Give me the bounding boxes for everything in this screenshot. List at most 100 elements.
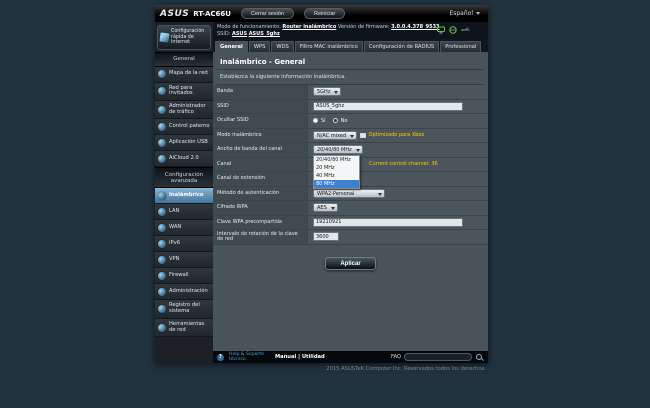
field-row-wireless-mode: Modo inalámbrico N/AC mixed Optimizado p… bbox=[213, 128, 488, 143]
reboot-button[interactable]: Reiniciar bbox=[303, 8, 346, 19]
vpn-icon bbox=[158, 255, 166, 264]
select-arrow-icon bbox=[355, 149, 360, 153]
wpa-encryption-select[interactable]: AES bbox=[313, 203, 338, 213]
sidebar-item-parental-control[interactable]: Control paterno bbox=[155, 119, 213, 136]
field-row-wpa-encryption: Cifrado WPA AES bbox=[213, 201, 488, 216]
dropdown-option[interactable]: 20 MHz bbox=[314, 164, 359, 172]
dropdown-option[interactable]: 20/40/80 MHz bbox=[314, 156, 359, 164]
quick-internet-setup-button[interactable]: Configuración rápida de Internet bbox=[157, 25, 211, 50]
key-rotation-input[interactable] bbox=[313, 232, 339, 242]
sidebar-item-traffic-manager[interactable]: Administrador de tráfico bbox=[155, 100, 213, 120]
internet-status-icon[interactable] bbox=[449, 26, 457, 34]
firewall-icon bbox=[158, 271, 166, 280]
page-title: Inalámbrico - General bbox=[220, 58, 306, 66]
wpa-key-input[interactable] bbox=[313, 217, 463, 227]
ipv6-icon bbox=[158, 239, 166, 248]
manual-utility-links: Manual | Utilidad bbox=[274, 354, 325, 360]
xbox-optimized-checkbox[interactable] bbox=[360, 132, 366, 138]
firmware-version-link[interactable]: 3.0.0.4.378_9533 bbox=[391, 24, 439, 30]
top-header-bar: ASUS RT-AC66U Cerrar sesión Reiniciar Es… bbox=[155, 5, 488, 22]
sidebar-item-aicloud[interactable]: AiCloud 2.0 bbox=[155, 151, 213, 168]
sidebar-item-guest-network[interactable]: Red para invitados bbox=[155, 82, 213, 101]
faq-label: FAQ bbox=[390, 354, 401, 360]
usb-application-icon bbox=[158, 138, 166, 147]
channel-bandwidth-select[interactable]: 20/40/80 MHz bbox=[313, 145, 363, 155]
sidebar-item-vpn[interactable]: VPN bbox=[155, 252, 213, 269]
tab-radius[interactable]: Configuración de RADIUS bbox=[363, 40, 440, 52]
select-arrow-icon bbox=[378, 192, 382, 196]
traffic-manager-icon bbox=[158, 105, 166, 114]
tab-general[interactable]: General bbox=[215, 40, 248, 52]
wireless-tab-bar: General WPS WDS Filtro MAC inalámbrico C… bbox=[213, 39, 488, 52]
chevron-down-icon bbox=[476, 12, 480, 15]
sidebar-item-network-map[interactable]: Mapa de la red bbox=[155, 66, 213, 83]
language-label: Español bbox=[449, 10, 473, 17]
clients-status-icon[interactable] bbox=[437, 26, 445, 34]
operation-mode-link[interactable]: Router inalámbrico bbox=[282, 24, 336, 30]
network-map-icon bbox=[158, 70, 166, 79]
hide-ssid-no-radio[interactable] bbox=[332, 118, 338, 124]
page-subtitle: Establezca la siguiente información inal… bbox=[220, 74, 346, 80]
language-selector[interactable]: Español bbox=[449, 10, 483, 17]
sidebar-filler bbox=[155, 337, 213, 363]
field-row-hide-ssid: Ocultar SSID Sí No bbox=[213, 114, 488, 129]
select-arrow-icon bbox=[330, 207, 335, 211]
sidebar-item-ipv6[interactable]: IPv6 bbox=[155, 236, 213, 253]
wireless-general-panel: Inalámbrico - General Establezca la sigu… bbox=[213, 52, 488, 351]
tab-professional[interactable]: Professional bbox=[440, 40, 482, 52]
utility-link[interactable]: Utilidad bbox=[302, 354, 325, 360]
lan-icon bbox=[158, 207, 166, 216]
status-info-bar: Modo de funcionamiento: Router inalámbri… bbox=[213, 22, 488, 39]
dropdown-option[interactable]: 40 MHz bbox=[314, 172, 359, 180]
hide-ssid-yes-radio[interactable] bbox=[313, 118, 318, 124]
router-admin-window: ASUS RT-AC66U Cerrar sesión Reiniciar Es… bbox=[155, 5, 488, 363]
sidebar-item-wan[interactable]: WAN bbox=[155, 220, 213, 237]
help-icon: ? bbox=[217, 353, 224, 361]
field-row-auth-method: Método de autenticación WPA2-Personal bbox=[213, 186, 488, 201]
copyright-text: 2015 ASUSTeK Computer Inc. Reservados to… bbox=[326, 366, 486, 372]
sidebar-section-general: General bbox=[155, 51, 213, 67]
channel-bandwidth-dropdown: 20/40/80 MHz 20 MHz 40 MHz 80 MHz bbox=[313, 154, 360, 189]
current-channel-hint: Current control channel: 36 bbox=[369, 161, 438, 168]
aicloud-icon bbox=[158, 154, 166, 163]
select-arrow-icon bbox=[350, 134, 355, 138]
administration-icon bbox=[158, 287, 166, 296]
sidebar-item-lan[interactable]: LAN bbox=[155, 204, 213, 221]
usb-status-icon[interactable] bbox=[461, 26, 470, 34]
wireless-icon bbox=[158, 191, 166, 200]
ssid-input[interactable] bbox=[313, 101, 463, 111]
router-model: RT-AC66U bbox=[193, 9, 231, 18]
sidebar-item-firewall[interactable]: Firewall bbox=[155, 268, 213, 285]
field-row-band: Banda 5GHz bbox=[213, 85, 488, 100]
tab-mac-filter[interactable]: Filtro MAC inalámbrico bbox=[294, 40, 363, 52]
wireless-mode-select[interactable]: N/AC mixed bbox=[313, 130, 358, 140]
logout-button[interactable]: Cerrar sesión bbox=[240, 8, 294, 19]
sidebar-item-usb-application[interactable]: Aplicación USB bbox=[155, 135, 213, 152]
band-select[interactable]: 5GHz bbox=[313, 87, 342, 97]
auth-method-select[interactable]: WPA2-Personal bbox=[313, 188, 385, 198]
field-row-ssid: SSID bbox=[213, 99, 488, 114]
tab-wds[interactable]: WDS bbox=[271, 40, 294, 52]
parental-control-icon bbox=[158, 122, 166, 131]
select-arrow-icon bbox=[334, 91, 339, 95]
tab-wps[interactable]: WPS bbox=[248, 40, 271, 52]
manual-link[interactable]: Manual bbox=[275, 354, 296, 360]
apply-button[interactable]: Aplicar bbox=[325, 257, 376, 270]
sidebar: Configuración rápida de Internet General… bbox=[155, 22, 213, 363]
search-icon[interactable] bbox=[475, 353, 484, 362]
sidebar-section-advanced: Configuración avanzada bbox=[155, 167, 213, 189]
faq-search-input[interactable] bbox=[404, 353, 472, 361]
ssid-5g-link[interactable]: ASUS_5ghz bbox=[249, 31, 280, 37]
footer-bar: ? Help & Soporte técnico Manual | Utilid… bbox=[213, 351, 488, 363]
sidebar-item-administration[interactable]: Administración bbox=[155, 284, 213, 301]
wizard-wand-icon bbox=[159, 32, 170, 43]
field-row-channel-bandwidth: Ancho de banda del canal 20/40/80 MHz 20… bbox=[213, 143, 488, 189]
wan-icon bbox=[158, 223, 166, 232]
dropdown-option-highlighted[interactable]: 80 MHz bbox=[314, 179, 359, 188]
sidebar-item-network-tools[interactable]: Herramientas de red bbox=[155, 318, 213, 338]
ssid-24g-link[interactable]: ASUS bbox=[232, 31, 247, 37]
help-support-link[interactable]: Help & Soporte técnico bbox=[229, 352, 264, 362]
field-row-key-rotation: Intervalo de rotación de la clave de red bbox=[213, 230, 488, 245]
sidebar-item-system-log[interactable]: Registro del sistema bbox=[155, 300, 213, 319]
sidebar-item-wireless[interactable]: Inalámbrico bbox=[155, 188, 213, 205]
